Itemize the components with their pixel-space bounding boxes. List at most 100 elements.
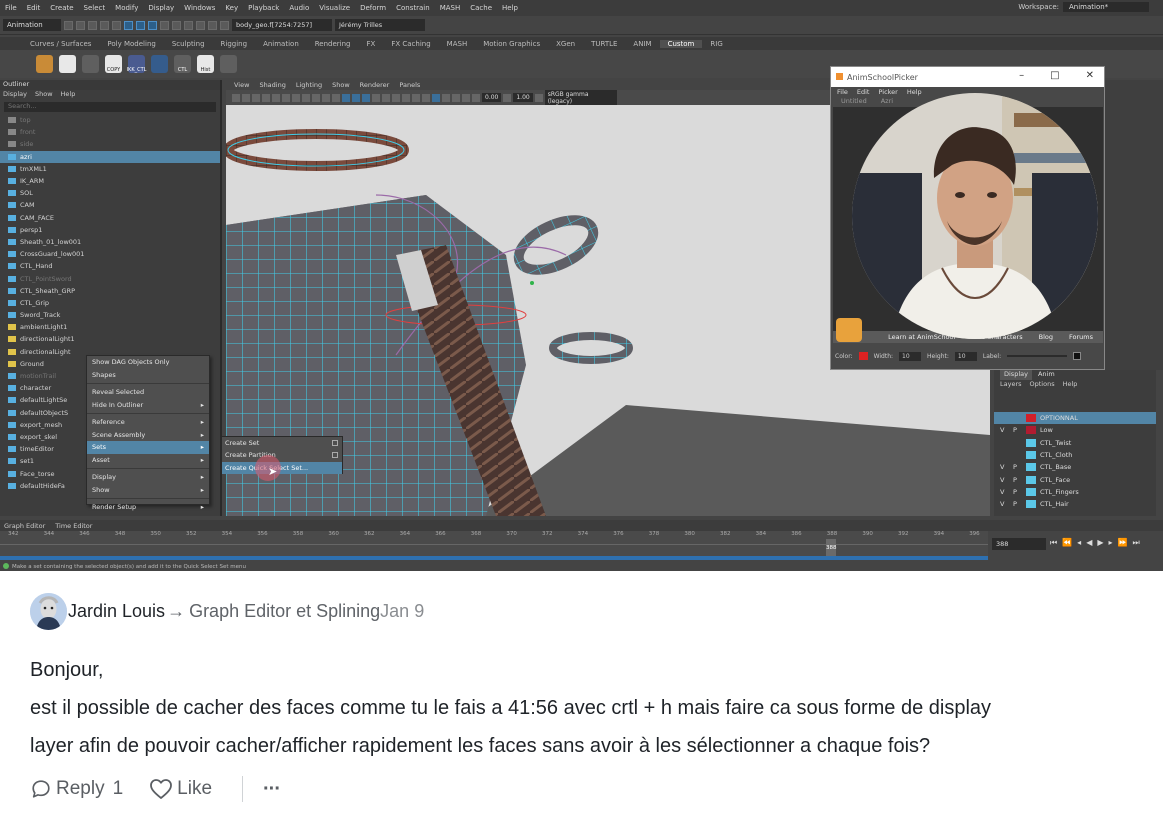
shelf-tab[interactable]: TURTLE: [583, 40, 625, 48]
width-field[interactable]: 10: [899, 351, 922, 361]
exposure-field[interactable]: 0.00: [482, 93, 502, 102]
color-management-icon[interactable]: [534, 93, 543, 102]
visibility-toggle[interactable]: V: [1000, 476, 1009, 484]
outliner-item[interactable]: ambientLight1: [0, 321, 220, 333]
snap-grid-icon[interactable]: [160, 20, 169, 30]
picker-tab-azri[interactable]: Azri: [881, 97, 893, 107]
shelf-tab[interactable]: ANIM: [625, 40, 659, 48]
camera-attr-icon[interactable]: [242, 93, 250, 102]
outliner-item[interactable]: CAM_FACE: [0, 212, 220, 224]
render-icon[interactable]: [196, 20, 205, 30]
shelf-tab[interactable]: FX: [359, 40, 384, 48]
play-backward-icon[interactable]: ◀: [1086, 538, 1092, 548]
snap-point-icon[interactable]: [184, 20, 193, 30]
outliner-menu-help[interactable]: Help: [61, 90, 76, 100]
menu-visualize[interactable]: Visualize: [314, 4, 355, 12]
viewport-menu-renderer[interactable]: Renderer: [360, 81, 390, 89]
playback-toggle[interactable]: P: [1013, 476, 1022, 484]
menu-deform[interactable]: Deform: [355, 4, 391, 12]
menu-help[interactable]: Help: [497, 4, 523, 12]
menu-playback[interactable]: Playback: [243, 4, 284, 12]
layer-menu-help[interactable]: Help: [1063, 380, 1078, 390]
select-by-component-icon[interactable]: [148, 20, 157, 30]
step-forward-frame-icon[interactable]: ▸: [1109, 538, 1113, 548]
motion-blur-icon[interactable]: [412, 93, 420, 102]
viewport-menu-panels[interactable]: Panels: [399, 81, 420, 89]
tab-display[interactable]: Display: [1000, 370, 1032, 380]
tab-graph-editor[interactable]: Graph Editor: [4, 522, 45, 530]
viewport-menu-show[interactable]: Show: [332, 81, 350, 89]
ao-icon[interactable]: [402, 93, 410, 102]
camera-icon[interactable]: [232, 93, 240, 102]
visibility-toggle[interactable]: V: [1000, 488, 1009, 496]
xray-active-icon[interactable]: [462, 93, 470, 102]
shelf-tab[interactable]: Curves / Surfaces: [22, 40, 99, 48]
copy-icon[interactable]: COPY: [105, 55, 122, 73]
outliner-item[interactable]: CAM: [0, 199, 220, 211]
workspace-dropdown[interactable]: Animation*: [1063, 2, 1149, 12]
playback-toggle[interactable]: P: [1013, 426, 1022, 434]
reply-button[interactable]: Reply 1: [30, 778, 123, 800]
picker-menu-picker[interactable]: Picker: [878, 88, 897, 96]
outliner-item[interactable]: SOL: [0, 187, 220, 199]
playback-toggle[interactable]: P: [1013, 500, 1022, 508]
step-forward-key-icon[interactable]: ⏩: [1118, 538, 1128, 548]
shelf-tab[interactable]: Motion Graphics: [475, 40, 548, 48]
bookmark-icon[interactable]: [252, 93, 260, 102]
display-layer-row[interactable]: CTL_Cloth: [994, 449, 1156, 461]
outliner-item[interactable]: persp1: [0, 224, 220, 236]
shelf-tab[interactable]: Poly Modeling: [99, 40, 163, 48]
menu-display[interactable]: Display: [143, 4, 179, 12]
menu-file[interactable]: File: [0, 4, 22, 12]
ik-ctl-icon[interactable]: IKK_CTL: [127, 55, 146, 73]
menu-constrain[interactable]: Constrain: [391, 4, 435, 12]
height-field[interactable]: 10: [954, 351, 977, 361]
gate-mask-icon[interactable]: [302, 93, 310, 102]
step-back-key-icon[interactable]: ⏪: [1062, 538, 1072, 548]
menu-windows[interactable]: Windows: [179, 4, 220, 12]
layer-color-swatch[interactable]: [1026, 487, 1036, 496]
visibility-toggle[interactable]: V: [1000, 500, 1009, 508]
gamma-field[interactable]: 1.00: [513, 93, 533, 102]
picker-menu-file[interactable]: File: [837, 88, 848, 96]
ctx-reference[interactable]: Reference ▸: [87, 416, 209, 429]
tab-time-editor[interactable]: Time Editor: [55, 522, 92, 530]
layer-color-swatch[interactable]: [1026, 463, 1036, 472]
outliner-item[interactable]: CTL_Grip: [0, 297, 220, 309]
submenu-create-partition[interactable]: Create Partition: [222, 449, 342, 461]
ctx-display[interactable]: Display ▸: [87, 471, 209, 484]
layer-color-swatch[interactable]: [1026, 414, 1036, 423]
render-settings-icon[interactable]: [220, 20, 229, 30]
current-frame-marker[interactable]: 388: [826, 539, 837, 556]
outliner-item[interactable]: tmXML1: [0, 163, 220, 175]
shelf-tab[interactable]: Rendering: [307, 40, 359, 48]
outliner-item[interactable]: IK_ARM: [0, 175, 220, 187]
image-plane-icon[interactable]: [262, 93, 270, 102]
outliner-item[interactable]: side: [0, 138, 220, 150]
shelf-tab[interactable]: Rigging: [213, 40, 256, 48]
ghost-icon[interactable]: [151, 55, 168, 73]
outliner-item[interactable]: directionalLight1: [0, 333, 220, 345]
safe-title-icon[interactable]: [332, 93, 340, 102]
xray-joints-icon[interactable]: [452, 93, 460, 102]
shelf-tab[interactable]: Sculpting: [164, 40, 213, 48]
menu-key[interactable]: Key: [220, 4, 243, 12]
submenu-create-set[interactable]: Create Set: [222, 437, 342, 449]
outliner-item[interactable]: CTL_Hand: [0, 260, 220, 272]
wireframe-on-shaded-icon[interactable]: [362, 93, 370, 102]
select-by-hierarchy-icon[interactable]: [124, 20, 133, 30]
menu-set-dropdown[interactable]: Animation: [3, 19, 61, 31]
xray-icon[interactable]: [442, 93, 450, 102]
layer-color-swatch[interactable]: [1026, 426, 1036, 435]
option-box-icon[interactable]: [332, 452, 338, 459]
picker-tab-untitled[interactable]: Untitled: [841, 97, 867, 107]
field-chart-icon[interactable]: [312, 93, 320, 102]
menu-mash[interactable]: MASH: [435, 4, 466, 12]
avatar[interactable]: [30, 593, 67, 630]
link-blog[interactable]: Blog: [1039, 333, 1053, 341]
animschool-icon[interactable]: [36, 55, 53, 73]
layer-color-swatch[interactable]: [1026, 475, 1036, 484]
go-to-start-icon[interactable]: ⏮: [1050, 538, 1057, 548]
safe-action-icon[interactable]: [322, 93, 330, 102]
text-color-swatch[interactable]: [1073, 352, 1082, 360]
